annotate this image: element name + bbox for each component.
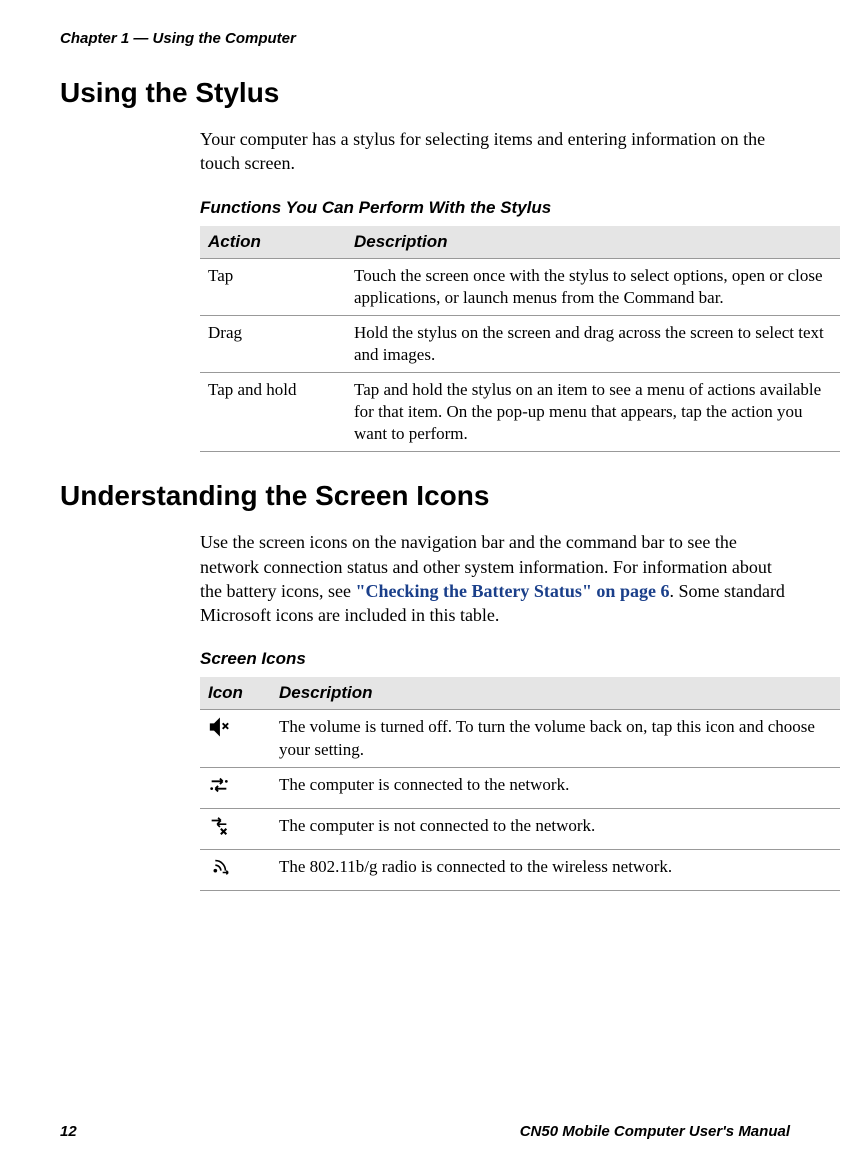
icons-table-caption: Screen Icons (200, 649, 790, 669)
table-header-description: Description (346, 226, 840, 259)
icon-cell (200, 808, 271, 849)
network-connected-icon (208, 781, 230, 800)
stylus-table-caption: Functions You Can Perform With the Stylu… (200, 198, 790, 218)
footer-title: CN50 Mobile Computer User's Manual (520, 1123, 790, 1140)
description-cell: The 802.11b/g radio is connected to the … (271, 849, 840, 890)
description-cell: The computer is connected to the network… (271, 767, 840, 808)
description-cell: The volume is turned off. To turn the vo… (271, 710, 840, 767)
volume-off-icon (208, 723, 230, 742)
table-header-icon: Icon (200, 677, 271, 710)
table-row: The volume is turned off. To turn the vo… (200, 710, 840, 767)
page-footer: 12 CN50 Mobile Computer User's Manual (60, 1123, 790, 1140)
battery-status-link[interactable]: "Checking the Battery Status" on page 6 (355, 581, 669, 601)
description-cell: Tap and hold the stylus on an item to se… (346, 372, 840, 451)
section-heading-icons: Understanding the Screen Icons (60, 480, 790, 512)
description-cell: Touch the screen once with the stylus to… (346, 258, 840, 315)
page-number: 12 (60, 1123, 77, 1140)
network-disconnected-icon (208, 822, 230, 841)
section-heading-stylus: Using the Stylus (60, 77, 790, 109)
table-row: The 802.11b/g radio is connected to the … (200, 849, 840, 890)
table-row: Tap Touch the screen once with the stylu… (200, 258, 840, 315)
icon-cell (200, 849, 271, 890)
action-cell: Tap and hold (200, 372, 346, 451)
table-row: Tap and hold Tap and hold the stylus on … (200, 372, 840, 451)
icon-cell (200, 710, 271, 767)
chapter-header: Chapter 1 — Using the Computer (60, 30, 790, 47)
screen-icons-table: Icon Description The volume is turned of… (200, 677, 840, 890)
description-cell: Hold the stylus on the screen and drag a… (346, 315, 840, 372)
description-cell: The computer is not connected to the net… (271, 808, 840, 849)
stylus-intro: Your computer has a stylus for selecting… (200, 127, 790, 176)
table-header-action: Action (200, 226, 346, 259)
icon-cell (200, 767, 271, 808)
table-header-description: Description (271, 677, 840, 710)
icons-intro: Use the screen icons on the navigation b… (200, 530, 790, 627)
wifi-connected-icon (208, 863, 230, 882)
action-cell: Drag (200, 315, 346, 372)
table-row: Drag Hold the stylus on the screen and d… (200, 315, 840, 372)
table-row: The computer is not connected to the net… (200, 808, 840, 849)
stylus-functions-table: Action Description Tap Touch the screen … (200, 226, 840, 453)
action-cell: Tap (200, 258, 346, 315)
table-row: The computer is connected to the network… (200, 767, 840, 808)
